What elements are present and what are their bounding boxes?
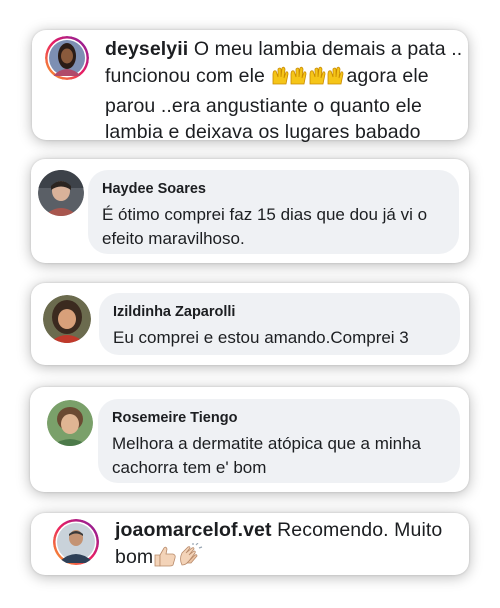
comment-bubble: Haydee Soares É ótimo comprei faz 15 dia… <box>88 170 459 254</box>
commenter-name[interactable]: Izildinha Zaparolli <box>113 302 446 322</box>
comment-card-4: Rosemeire Tiengo Melhora a dermatite ató… <box>30 387 469 492</box>
profile-photo-icon <box>38 170 84 216</box>
avatar[interactable] <box>38 170 84 216</box>
comment-text: deyselyii O meu lambia demais a pata .. … <box>105 36 465 145</box>
comment-bubble: Izildinha Zaparolli Eu comprei e estou a… <box>99 293 460 355</box>
comment-card-1: deyselyii O meu lambia demais a pata .. … <box>32 30 468 143</box>
comment-bubble: Rosemeire Tiengo Melhora a dermatite ató… <box>98 399 460 483</box>
commenter-name[interactable]: Haydee Soares <box>102 179 445 199</box>
comment-text-line: funcionou com ele <box>105 65 271 87</box>
comment-card-3: Izildinha Zaparolli Eu comprei e estou a… <box>31 283 469 365</box>
comment-text-line: bom <box>115 546 154 568</box>
profile-photo-icon <box>47 400 93 446</box>
comment-text-line: Eu comprei e estou amando.Comprei 3 <box>113 328 409 347</box>
avatar[interactable] <box>47 400 93 446</box>
comment-text: joaomarcelof.vet Recomendo. Muito bom <box>115 517 465 574</box>
comment-text-line: Melhora a dermatite atópica que a minha <box>112 434 422 453</box>
comment-text-line: parou ..era angustiante o quanto ele <box>105 95 422 117</box>
avatar[interactable] <box>53 519 99 565</box>
avatar[interactable] <box>43 295 91 343</box>
commenter-name[interactable]: Rosemeire Tiengo <box>112 408 446 428</box>
comment-text-line: Recomendo. Muito <box>271 519 443 541</box>
comment-text-line: agora ele <box>346 65 429 87</box>
comment-text-line: cachorra tem e' bom <box>112 458 267 477</box>
username[interactable]: joaomarcelof.vet <box>115 519 272 541</box>
comment-text-line: lambia e deixava os lugares babado <box>105 121 421 143</box>
comment-text-line: O meu lambia demais a pata .. <box>188 38 463 60</box>
thumbs-up-emoji <box>153 545 177 574</box>
username[interactable]: deyselyii <box>105 38 188 60</box>
profile-photo-icon <box>45 36 89 80</box>
comment-text-line: É ótimo comprei faz 15 dias que dou já v… <box>102 205 428 224</box>
comment-card-5: joaomarcelof.vet Recomendo. Muito bom <box>31 513 469 575</box>
raising-hands-emoji <box>270 62 346 93</box>
comment-card-2: Haydee Soares É ótimo comprei faz 15 dia… <box>31 159 469 263</box>
avatar[interactable] <box>45 36 89 80</box>
profile-photo-icon <box>53 519 99 565</box>
comment-text-line: efeito maravilhoso. <box>102 229 245 248</box>
clapping-hands-emoji <box>177 542 203 574</box>
profile-photo-icon <box>43 295 91 343</box>
